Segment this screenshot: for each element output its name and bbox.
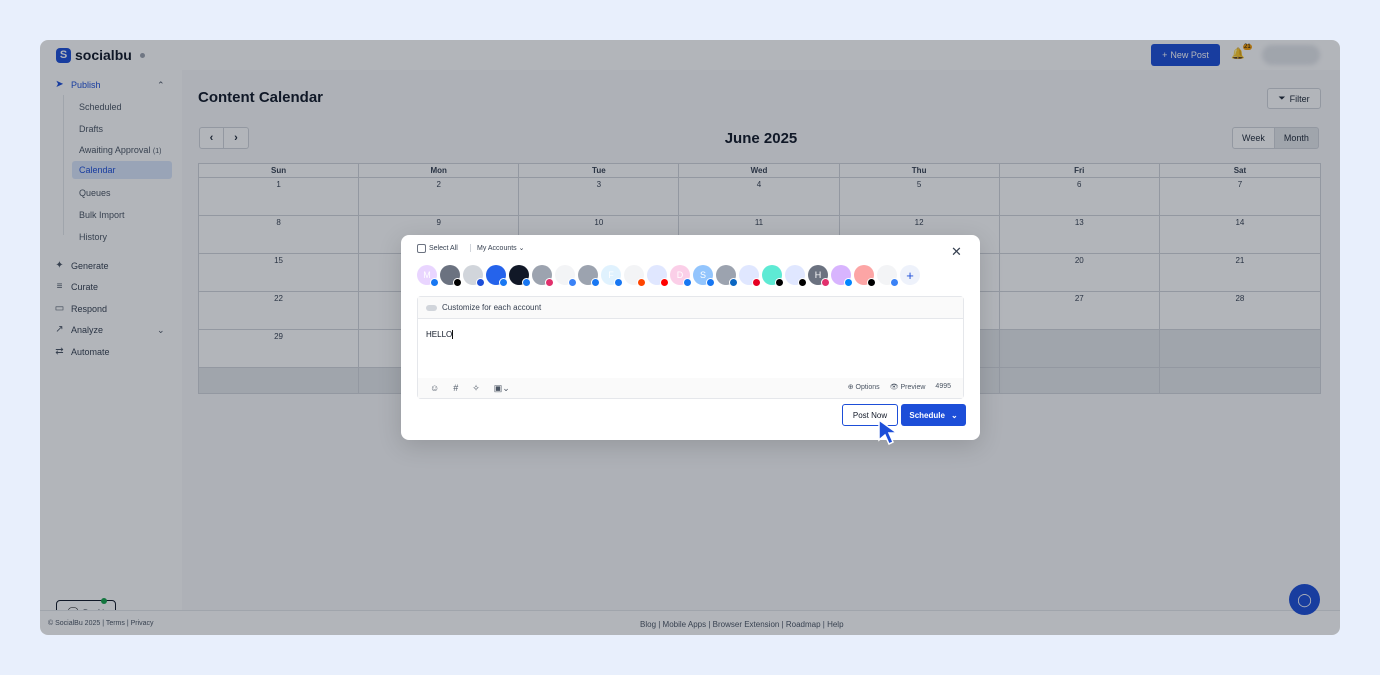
network-badge-icon (637, 278, 646, 287)
network-badge-icon (844, 278, 853, 287)
account-avatar[interactable] (785, 265, 807, 287)
network-badge-icon (430, 278, 439, 287)
account-avatar[interactable] (532, 265, 554, 287)
network-badge-icon (591, 278, 600, 287)
network-badge-icon (775, 278, 784, 287)
my-accounts-dropdown[interactable]: My Accounts ⌄ (470, 244, 525, 252)
network-badge-icon (752, 278, 761, 287)
network-badge-icon (729, 278, 738, 287)
chevron-down-icon[interactable]: ⌄ (951, 411, 958, 420)
checkbox-icon (417, 244, 426, 253)
network-badge-icon (660, 278, 669, 287)
account-avatar[interactable] (877, 265, 899, 287)
network-badge-icon (683, 278, 692, 287)
account-selector: M F D S H + (417, 265, 920, 287)
customize-toggle[interactable]: Customize for each account (418, 297, 963, 319)
emoji-icon[interactable]: ☺ (430, 383, 439, 393)
eye-icon: 👁 (889, 384, 899, 391)
account-avatar[interactable] (831, 265, 853, 287)
close-icon[interactable]: ✕ (951, 244, 962, 260)
create-post-modal: Select All My Accounts ⌄ ✕ M F D S H + Custom… (401, 235, 980, 440)
network-badge-icon (867, 278, 876, 287)
char-count: 4995 (935, 383, 951, 390)
account-avatar[interactable] (486, 265, 508, 287)
select-all-checkbox[interactable]: Select All (417, 244, 458, 253)
chevron-down-icon: ⌄ (518, 245, 525, 252)
network-badge-icon (706, 278, 715, 287)
hashtag-icon[interactable]: # (453, 383, 458, 393)
network-badge-icon (545, 278, 554, 287)
composer-toolbar: ☺ # ✧ ▣⌄ ⊕ Options 👁 Preview 4995 (418, 378, 963, 398)
preview-button[interactable]: 👁 Preview (890, 383, 926, 391)
network-badge-icon (890, 278, 899, 287)
account-avatar[interactable] (463, 265, 485, 287)
plus-circle-icon: ⊕ (847, 384, 854, 391)
account-avatar[interactable] (647, 265, 669, 287)
account-initial: S (699, 270, 706, 280)
account-avatar[interactable] (555, 265, 577, 287)
account-avatar[interactable] (440, 265, 462, 287)
toggle-switch-icon (426, 304, 437, 311)
network-badge-icon (453, 278, 462, 287)
account-avatar[interactable]: M (417, 265, 439, 287)
post-composer: Customize for each account HELLO ☺ # ✧ ▣… (417, 296, 964, 399)
account-avatar[interactable]: H (808, 265, 830, 287)
network-badge-icon (821, 278, 830, 287)
network-badge-icon (568, 278, 577, 287)
text-caret (452, 330, 454, 340)
account-avatar[interactable] (624, 265, 646, 287)
preview-label: Preview (900, 384, 926, 391)
account-avatar[interactable] (509, 265, 531, 287)
toolbar-right: ⊕ Options 👁 Preview 4995 (848, 383, 951, 391)
add-account-icon[interactable]: + (900, 265, 920, 285)
magic-wand-icon[interactable]: ✧ (472, 383, 480, 394)
account-avatar[interactable] (854, 265, 876, 287)
network-badge-icon (798, 278, 807, 287)
network-badge-icon (499, 278, 508, 287)
schedule-button[interactable]: Schedule ⌄ (901, 404, 966, 426)
mouse-pointer-icon (878, 418, 899, 446)
post-text-value: HELLO (426, 330, 453, 339)
image-icon[interactable]: ▣⌄ (494, 383, 510, 394)
schedule-label: Schedule (909, 410, 945, 420)
account-avatar[interactable] (716, 265, 738, 287)
options-button[interactable]: ⊕ Options (848, 383, 880, 391)
network-badge-icon (614, 278, 623, 287)
network-badge-icon (522, 278, 531, 287)
account-avatar[interactable] (578, 265, 600, 287)
account-avatar[interactable]: F (601, 265, 623, 287)
post-text-input[interactable]: HELLO (426, 330, 454, 340)
customize-label: Customize for each account (442, 303, 542, 312)
account-initial: F (608, 270, 614, 280)
select-all-label: Select All (429, 245, 458, 252)
my-accounts-label: My Accounts (477, 245, 517, 252)
network-badge-icon (476, 278, 485, 287)
account-avatar[interactable] (739, 265, 761, 287)
account-initial: D (676, 270, 684, 280)
account-avatar[interactable]: S (693, 265, 715, 287)
account-initial: M (423, 270, 431, 280)
account-avatar[interactable] (762, 265, 784, 287)
account-avatar[interactable]: D (670, 265, 692, 287)
options-label: Options (855, 384, 880, 391)
account-initial: H (814, 270, 822, 280)
